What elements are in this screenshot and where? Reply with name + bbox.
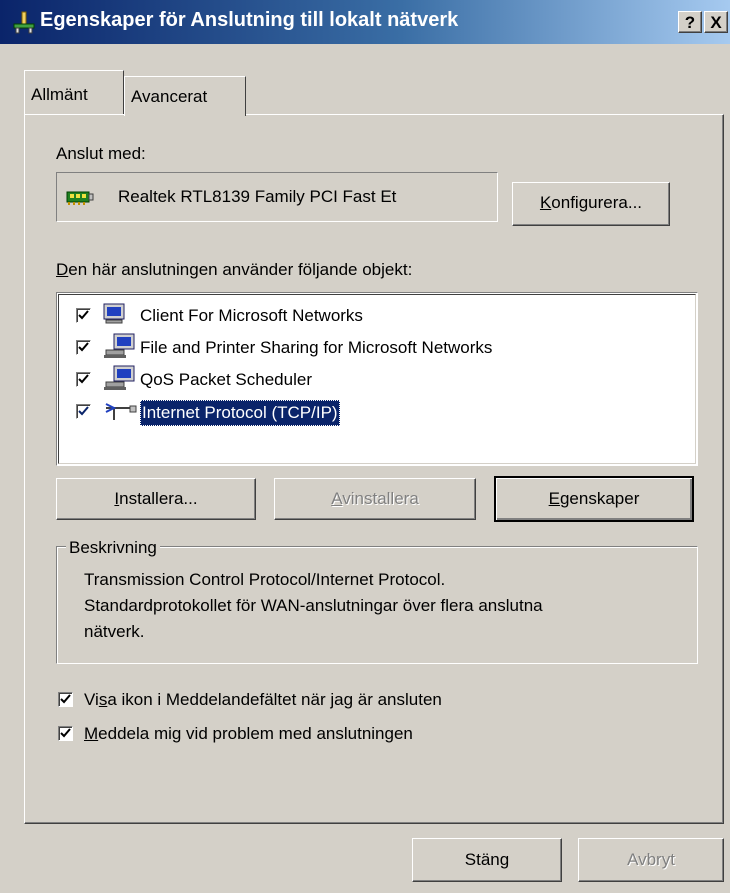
items-label-text: en här anslutningen använder följande ob…	[68, 260, 413, 279]
item-checkbox-file-sharing[interactable]	[76, 340, 91, 355]
protocol-icon	[105, 403, 137, 420]
items-section-label: Den här anslutningen använder följande o…	[56, 260, 412, 280]
notify-label-rest: eddela mig vid problem med anslutningen	[98, 724, 413, 743]
help-button[interactable]: ?	[678, 11, 702, 33]
items-label-accel: D	[56, 260, 69, 279]
configure-label: onfigurera...	[551, 193, 643, 212]
item-checkbox-qos[interactable]	[76, 372, 91, 387]
show-icon-label-rest: a ikon i Meddelandefältet när jag är ans…	[107, 690, 442, 709]
properties-accel: E	[548, 489, 560, 508]
description-line-2: Standardprotokollet för WAN-anslutningar…	[84, 596, 543, 615]
description-line-1: Transmission Control Protocol/Internet P…	[84, 570, 446, 589]
notify-checkbox[interactable]	[58, 726, 73, 741]
install-label: nstallera...	[119, 489, 198, 508]
notify-label[interactable]: Meddela mig vid problem med anslutningen	[84, 724, 413, 744]
network-service-icon	[104, 365, 135, 390]
connect-using-label: Anslut med:	[56, 144, 146, 163]
network-client-icon	[103, 303, 125, 324]
show-icon-label-pre: Vi	[84, 690, 99, 709]
network-service-icon	[104, 333, 135, 358]
uninstall-accel: A	[331, 489, 343, 508]
title-bar[interactable]: Egenskaper för Anslutning till lokalt nä…	[0, 0, 730, 44]
uninstall-button[interactable]: Avinstallera	[274, 478, 476, 520]
show-icon-checkbox[interactable]	[58, 692, 73, 707]
network-adapter-icon	[66, 191, 94, 205]
close-button[interactable]: X	[704, 11, 728, 33]
cancel-button[interactable]: Avbryt	[578, 838, 724, 882]
properties-button[interactable]: Egenskaper	[494, 476, 694, 522]
configure-accel: K	[539, 193, 552, 212]
properties-label: genskaper	[559, 489, 640, 508]
show-icon-label[interactable]: Visa ikon i Meddelandefältet när jag är …	[84, 690, 442, 710]
item-label-qos[interactable]: QoS Packet Scheduler	[140, 370, 312, 390]
network-connection-icon	[13, 11, 35, 34]
item-checkbox-tcpip[interactable]	[76, 404, 91, 419]
item-label-client[interactable]: Client For Microsoft Networks	[140, 306, 363, 326]
close-dialog-label: Stäng	[464, 850, 510, 869]
adapter-name: Realtek RTL8139 Family PCI Fast Et	[118, 187, 397, 206]
cancel-label: Avbryt	[627, 850, 675, 869]
tab-avancerat[interactable]: Avancerat	[124, 76, 246, 116]
uninstall-label: vinstallera	[342, 489, 419, 508]
configure-button[interactable]: Konfigurera...	[512, 182, 670, 226]
description-title: Beskrivning	[66, 538, 160, 558]
notify-accel: M	[84, 724, 99, 743]
item-checkbox-client[interactable]	[76, 308, 91, 323]
install-button[interactable]: Installera...	[56, 478, 256, 520]
close-dialog-button[interactable]: Stäng	[412, 838, 562, 882]
item-label-file-sharing[interactable]: File and Printer Sharing for Microsoft N…	[140, 338, 492, 358]
item-label-tcpip[interactable]: Internet Protocol (TCP/IP)	[140, 400, 340, 426]
description-line-3: nätverk.	[84, 622, 145, 641]
tab-allmant[interactable]: Allmänt	[24, 70, 124, 114]
window-title: Egenskaper för Anslutning till lokalt nä…	[40, 9, 459, 31]
